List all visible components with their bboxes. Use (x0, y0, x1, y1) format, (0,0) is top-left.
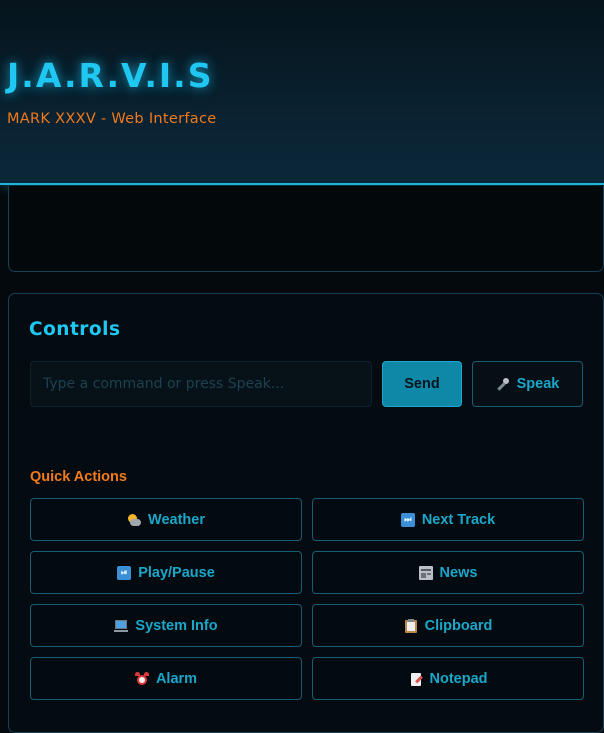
notepad-button[interactable]: Notepad (312, 657, 584, 700)
weather-button[interactable]: Weather (30, 498, 302, 541)
weather-icon (127, 513, 142, 527)
weather-button-label: Weather (148, 511, 205, 528)
controls-title: Controls (29, 319, 121, 340)
news-button-label: News (439, 564, 478, 581)
app-title: J.A.R.V.I.S (7, 56, 214, 95)
newspaper-icon (418, 565, 433, 580)
app-header: J.A.R.V.I.S MARK XXXV - Web Interface (0, 0, 604, 185)
next-track-button-label: Next Track (421, 511, 496, 528)
notepad-icon (409, 672, 423, 686)
next-track-icon: ⏭ (400, 512, 415, 527)
alarm-button-label: Alarm (155, 670, 198, 687)
system-info-button[interactable]: System Info (30, 604, 302, 647)
quick-actions-title: Quick Actions (30, 469, 127, 485)
system-info-button-label: System Info (135, 617, 218, 634)
news-button[interactable]: News (312, 551, 584, 594)
notepad-button-label: Notepad (429, 670, 488, 687)
clipboard-icon (404, 618, 418, 633)
send-button-label: Send (404, 376, 440, 392)
next-track-button[interactable]: ⏭ Next Track (312, 498, 584, 541)
alarm-clock-icon (134, 671, 149, 686)
laptop-icon (114, 619, 129, 633)
conversation-log-panel[interactable] (8, 186, 604, 272)
command-input[interactable] (30, 361, 372, 407)
speak-button-label: Speak (516, 376, 560, 392)
play-pause-icon: ⏯ (117, 565, 132, 580)
play-pause-button-label: Play/Pause (138, 564, 215, 581)
app-subtitle: MARK XXXV - Web Interface (7, 111, 217, 127)
controls-panel: Controls Send Speak Quick Actions Weathe… (8, 293, 604, 733)
microphone-icon (496, 377, 510, 391)
play-pause-button[interactable]: ⏯ Play/Pause (30, 551, 302, 594)
alarm-button[interactable]: Alarm (30, 657, 302, 700)
clipboard-button-label: Clipboard (424, 617, 493, 634)
clipboard-button[interactable]: Clipboard (312, 604, 584, 647)
quick-actions-grid: Weather ⏭ Next Track ⏯ Play/Pause News S… (30, 498, 584, 700)
send-button[interactable]: Send (382, 361, 462, 407)
speak-button[interactable]: Speak (472, 361, 583, 407)
